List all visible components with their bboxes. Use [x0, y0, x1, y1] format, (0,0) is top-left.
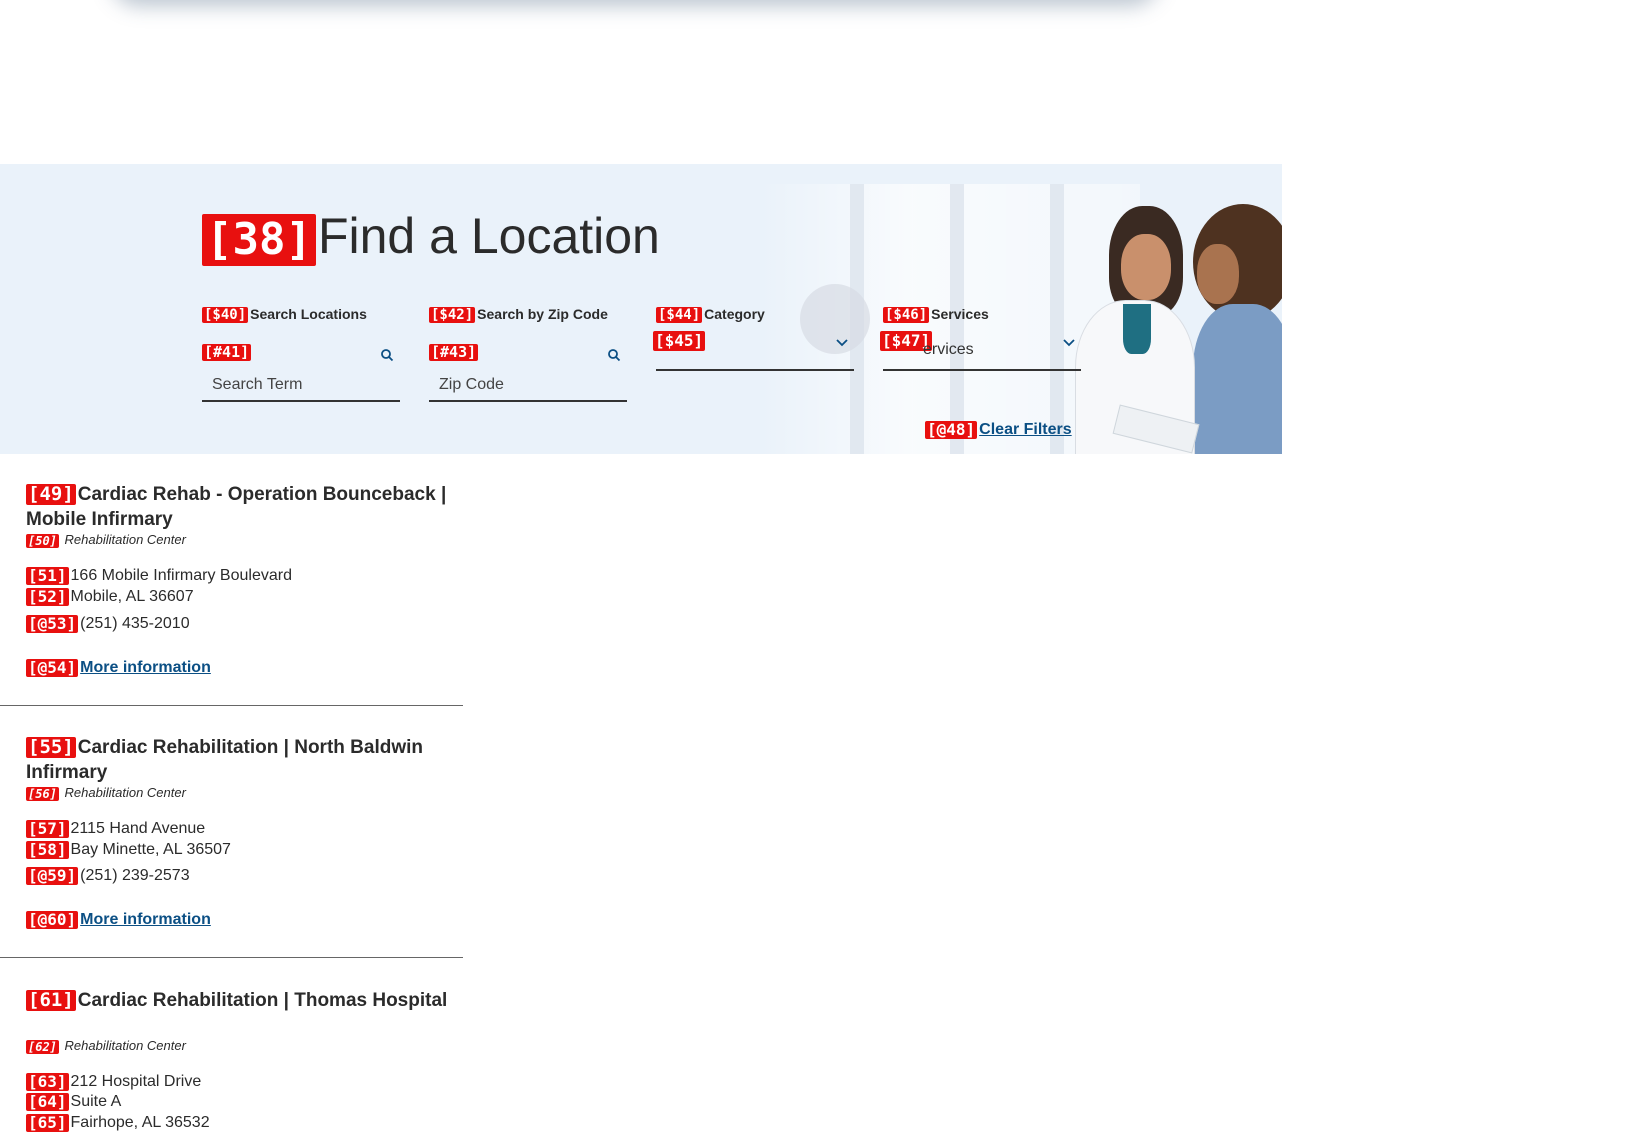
address-line: [58] Bay Minette, AL 36507 — [26, 840, 231, 860]
zip-code-label: [$42] Search by Zip Code — [429, 305, 608, 324]
element-tag: [#41] — [202, 343, 252, 361]
clear-filters-link[interactable]: Clear Filters — [979, 421, 1071, 438]
search-locations-label-text: Search Locations — [250, 306, 367, 322]
services-select[interactable]: [$47] ervices — [880, 331, 1081, 371]
element-tag: [55] — [26, 736, 76, 759]
address-line: [57] 2115 Hand Avenue — [26, 819, 205, 839]
category-select[interactable]: [$45] — [653, 331, 854, 371]
more-information: [@60] More information — [26, 910, 211, 930]
element-tag: [@53] — [26, 613, 79, 633]
search-icon[interactable] — [380, 348, 394, 362]
chevron-down-icon[interactable] — [1061, 337, 1077, 349]
services-label-text: Services — [931, 306, 989, 322]
location-category-text: Rehabilitation Center — [64, 1038, 186, 1053]
address-line-text: Mobile, AL 36607 — [70, 588, 194, 605]
more-information-link[interactable]: More information — [80, 659, 211, 676]
phone-number-text: (251) 435-2010 — [80, 615, 190, 632]
category-label-text: Category — [704, 306, 765, 322]
location-category: [50] Rehabilitation Center — [26, 532, 186, 548]
search-icon[interactable] — [607, 348, 621, 362]
element-tag: [$44] — [656, 307, 703, 324]
address-line-text: Bay Minette, AL 36507 — [70, 841, 231, 858]
location-title[interactable]: [49] Cardiac Rehab - Operation Bounceback… — [26, 482, 456, 532]
address-line: [63] 212 Hospital Drive — [26, 1072, 201, 1092]
location-category-text: Rehabilitation Center — [64, 785, 186, 800]
address-line-text: Fairhope, AL 36532 — [70, 1114, 210, 1131]
address-line: [64] Suite A — [26, 1092, 121, 1112]
element-tag: [62] — [26, 1039, 59, 1054]
phone-number[interactable]: [@53] (251) 435-2010 — [26, 614, 190, 634]
location-title[interactable]: [55] Cardiac Rehabilitation | North Baldw… — [26, 735, 456, 785]
element-tag: [63] — [26, 1071, 69, 1091]
address-line-text: 2115 Hand Avenue — [70, 820, 206, 837]
element-tag: [51] — [26, 565, 69, 585]
services-label: [$46] Services — [883, 305, 989, 324]
phone-number-text: (251) 239-2573 — [80, 867, 190, 884]
element-tag: [@59] — [26, 865, 79, 885]
location-title-text: Cardiac Rehabilitation | North Baldwin I… — [26, 737, 424, 783]
element-tag: [38] — [202, 213, 316, 266]
location-title-text: Cardiac Rehab - Operation Bounceback | M… — [26, 484, 447, 530]
element-tag: [56] — [26, 786, 59, 801]
element-tag: [@48] — [925, 419, 978, 439]
zip-code-label-text: Search by Zip Code — [477, 306, 608, 322]
address-line-text: Suite A — [70, 1093, 122, 1110]
location-category: [56] Rehabilitation Center — [26, 785, 186, 801]
element-tag: [$46] — [883, 307, 930, 324]
element-tag: [$40] — [202, 307, 249, 324]
address-line: [51] 166 Mobile Infirmary Boulevard — [26, 566, 292, 586]
element-tag: [$42] — [429, 307, 476, 324]
element-tag: [$45] — [653, 331, 706, 351]
zip-code-input[interactable] — [429, 372, 627, 398]
address-line-text: 212 Hospital Drive — [70, 1073, 202, 1090]
search-term-field[interactable]: [#41] — [202, 342, 400, 402]
phone-number[interactable]: [@59] (251) 239-2573 — [26, 866, 190, 886]
element-tag: [@60] — [26, 909, 79, 929]
element-tag: [65] — [26, 1112, 69, 1132]
page-title: [38] Find a Location — [202, 206, 660, 266]
location-category: [62] Rehabilitation Center — [26, 1038, 186, 1054]
element-tag: [52] — [26, 586, 69, 606]
element-tag: [49] — [26, 483, 76, 506]
more-information: [@54] More information — [26, 658, 211, 678]
address-line-text: 166 Mobile Infirmary Boulevard — [70, 567, 292, 584]
hero-photo-doctor-patient — [1075, 204, 1282, 454]
element-tag: [58] — [26, 839, 69, 859]
element-tag: [#43] — [429, 343, 479, 361]
element-tag: [64] — [26, 1091, 69, 1111]
element-tag: [57] — [26, 818, 69, 838]
more-information-link[interactable]: More information — [80, 911, 211, 928]
element-tag: [50] — [26, 533, 59, 548]
services-selected-value: ervices — [923, 341, 974, 358]
location-title[interactable]: [61] Cardiac Rehabilitation | Thomas Hosp… — [26, 988, 456, 1013]
location-result: [61] Cardiac Rehabilitation | Thomas Hosp… — [0, 988, 463, 1132]
element-tag: [@54] — [26, 657, 79, 677]
address-line: [65] Fairhope, AL 36532 — [26, 1113, 210, 1132]
clear-filters: [@48] Clear Filters — [925, 420, 1072, 440]
chevron-down-icon[interactable] — [834, 337, 850, 349]
zip-code-field[interactable]: [#43] — [429, 342, 627, 402]
location-title-text: Cardiac Rehabilitation | Thomas Hospital — [77, 990, 448, 1011]
location-category-text: Rehabilitation Center — [64, 532, 186, 547]
search-locations-label: [$40] Search Locations — [202, 305, 367, 324]
location-result: [55] Cardiac Rehabilitation | North Baldw… — [0, 735, 463, 958]
address-line: [52] Mobile, AL 36607 — [26, 587, 194, 607]
element-tag: [61] — [26, 989, 76, 1012]
category-label: [$44] Category — [656, 305, 765, 324]
search-input[interactable] — [202, 372, 400, 398]
page-title-text: Find a Location — [317, 208, 660, 264]
location-result: [49] Cardiac Rehab - Operation Bounceback… — [0, 482, 463, 706]
